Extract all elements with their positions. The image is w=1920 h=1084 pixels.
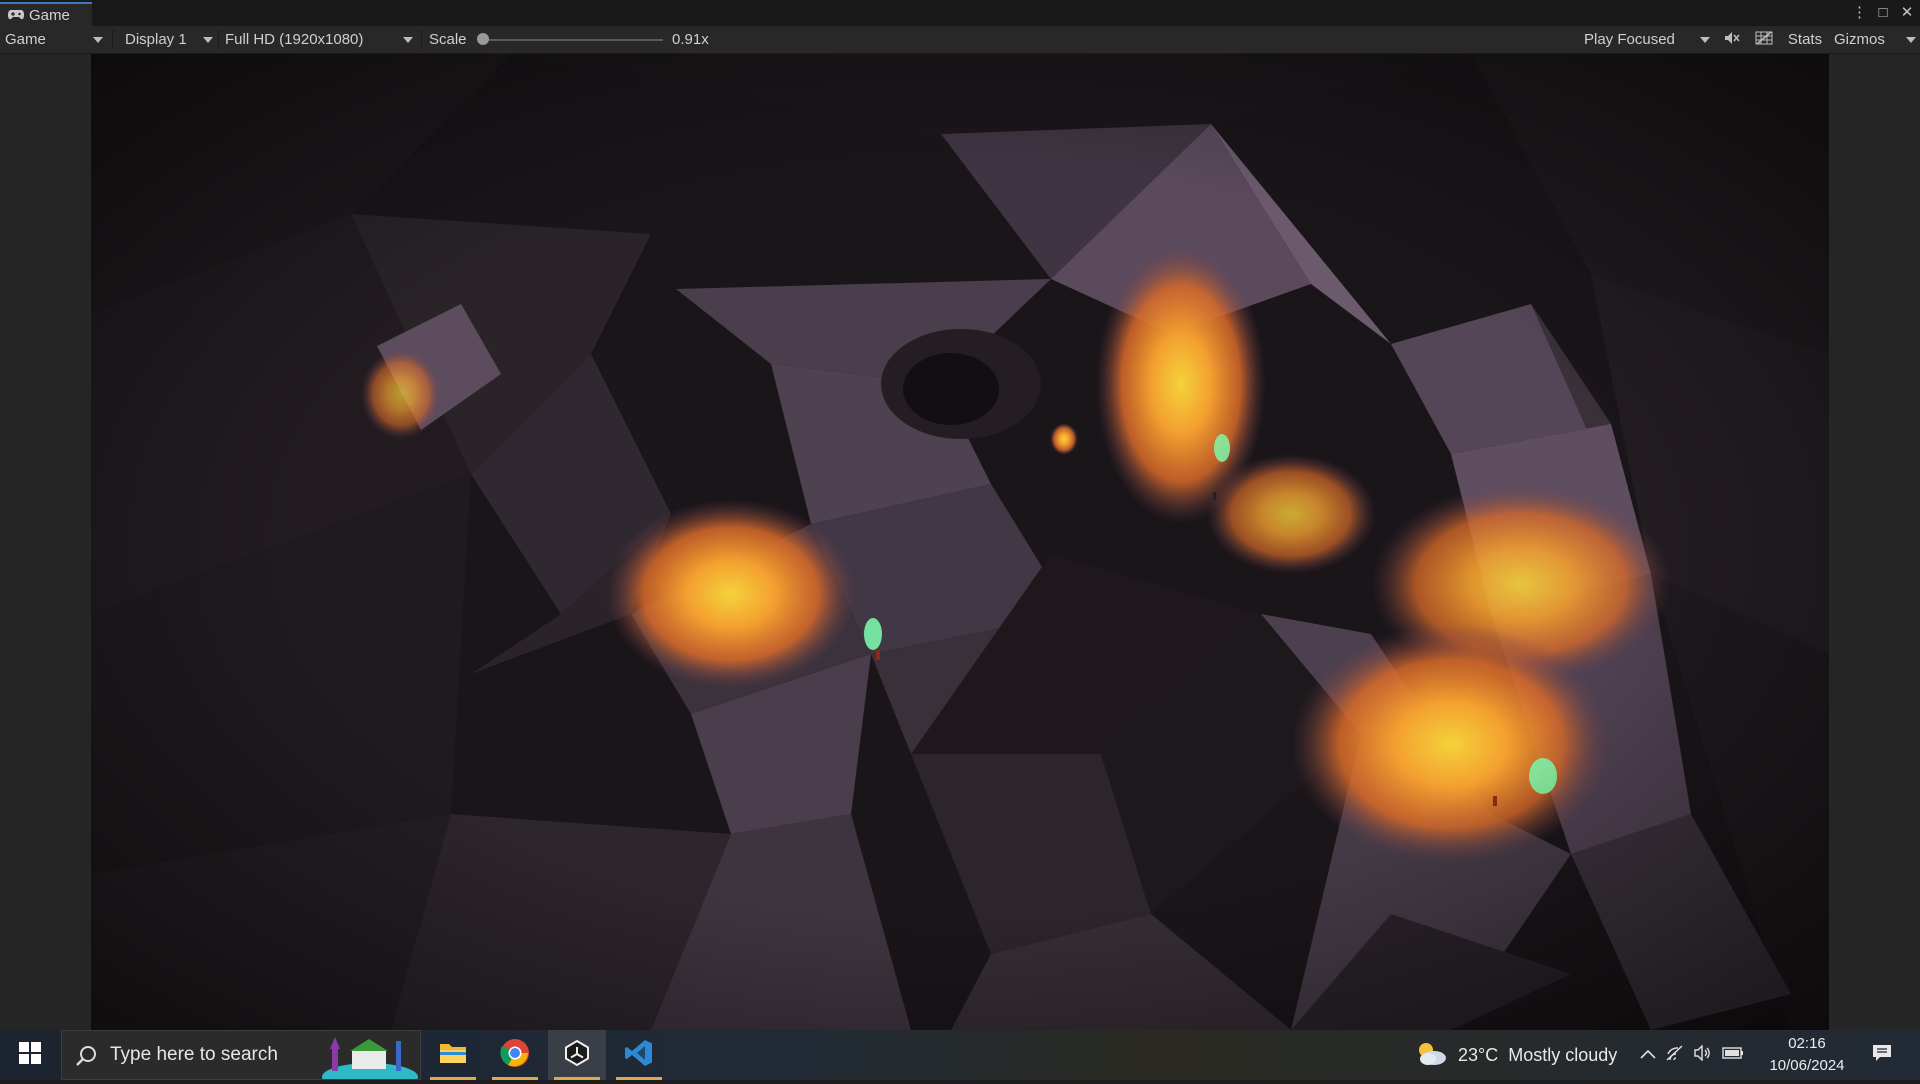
mute-audio-button[interactable] [1718, 26, 1746, 53]
taskbar-app-vscode[interactable] [610, 1030, 668, 1080]
search-icon [76, 1045, 98, 1072]
window-controls: ⋮ □ ✕ [1852, 2, 1914, 24]
more-options-icon[interactable]: ⋮ [1852, 2, 1867, 24]
weather-temperature: 23°C [1458, 1044, 1499, 1065]
scale-label: Scale [429, 31, 467, 48]
weather-condition: Mostly cloudy [1508, 1044, 1618, 1065]
volume-icon[interactable] [1694, 1043, 1712, 1066]
toolbar-divider [218, 30, 219, 49]
gizmo-grid-button[interactable] [1750, 26, 1778, 53]
search-highlight-icon [322, 1033, 418, 1084]
taskbar-app-chrome[interactable] [486, 1030, 544, 1080]
weather-widget[interactable]: 23°C Mostly cloudy [1414, 1030, 1617, 1080]
toolbar-divider [421, 30, 422, 49]
display-label: Display 1 [125, 31, 187, 48]
view-mode-label: Game [5, 31, 46, 48]
battery-icon[interactable] [1722, 1046, 1744, 1064]
chevron-up-icon[interactable] [1640, 1046, 1656, 1064]
network-icon[interactable] [1666, 1044, 1684, 1066]
game-tab[interactable]: Game [0, 2, 92, 26]
chevron-down-icon [1700, 37, 1710, 43]
game-view-toolbar: Game Display 1 Full HD (1920x1080) Scale… [0, 26, 1920, 54]
gamepad-icon [8, 7, 24, 24]
partly-cloudy-icon [1414, 1040, 1448, 1071]
stats-label: Stats [1787, 31, 1823, 48]
search-placeholder: Type here to search [110, 1044, 278, 1065]
maximize-icon[interactable]: □ [1876, 2, 1890, 24]
clock-time: 02:16 [1788, 1035, 1826, 1052]
cave-scene-render [91, 54, 1829, 1030]
game-viewport[interactable] [91, 54, 1829, 1030]
scale-value: 0.91x [672, 31, 709, 48]
editor-tab-bar: Game ⋮ □ ✕ [0, 0, 1920, 27]
scale-slider-track[interactable] [483, 39, 663, 41]
notification-icon [1872, 1044, 1892, 1067]
game-tab-label: Game [29, 6, 70, 24]
gizmos-label: Gizmos [1834, 31, 1885, 48]
speaker-muted-icon [1724, 31, 1740, 49]
taskbar-search-box[interactable]: Type here to search [61, 1030, 421, 1084]
close-icon[interactable]: ✕ [1900, 2, 1914, 24]
clock-date: 10/06/2024 [1769, 1057, 1845, 1074]
gizmos-dropdown[interactable]: Gizmos [1834, 26, 1916, 53]
resolution-label: Full HD (1920x1080) [225, 31, 364, 48]
windows-taskbar: Type here to search 23°C Mostly cloudy 0… [0, 1030, 1920, 1084]
unity-icon [563, 1039, 591, 1072]
stats-button[interactable]: Stats [1782, 26, 1828, 53]
display-dropdown[interactable]: Display 1 [125, 26, 217, 53]
taskbar-app-unity[interactable] [548, 1030, 606, 1080]
folder-icon [439, 1041, 467, 1070]
grid-icon [1755, 30, 1773, 49]
play-mode-dropdown[interactable]: Play Focused [1584, 26, 1714, 53]
chevron-down-icon [203, 37, 213, 43]
taskbar-app-file-explorer[interactable] [424, 1030, 482, 1080]
start-button[interactable] [0, 1030, 60, 1080]
toolbar-divider [112, 30, 113, 49]
chevron-down-icon [93, 37, 103, 43]
resolution-dropdown[interactable]: Full HD (1920x1080) [225, 26, 417, 53]
view-mode-dropdown[interactable]: Game [5, 26, 107, 53]
system-tray [1640, 1030, 1744, 1080]
taskbar-clock[interactable]: 02:16 10/06/2024 [1762, 1030, 1852, 1080]
scale-slider-handle[interactable] [477, 33, 489, 45]
chevron-down-icon [403, 37, 413, 43]
vscode-icon [624, 1038, 654, 1073]
windows-logo-icon [19, 1041, 41, 1069]
chevron-down-icon [1906, 37, 1916, 43]
chrome-icon [500, 1038, 530, 1073]
notification-center-button[interactable] [1864, 1030, 1900, 1080]
play-mode-label: Play Focused [1584, 31, 1675, 48]
